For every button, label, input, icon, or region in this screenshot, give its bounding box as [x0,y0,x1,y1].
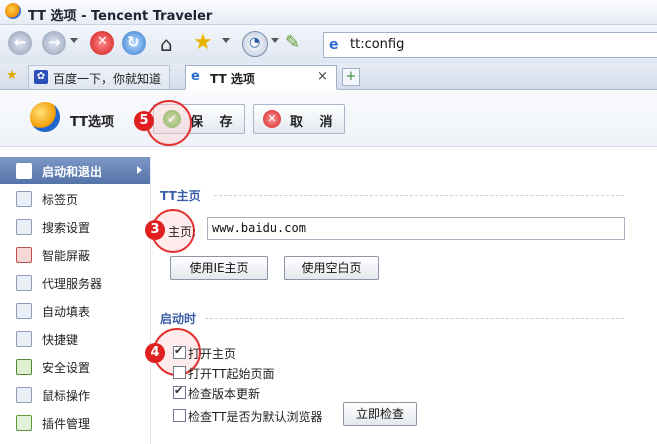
startup-section-title: 启动时 [160,312,197,326]
tt-logo-icon [30,102,60,132]
sidebar-item-label: 安全设置 [42,361,91,375]
sidebar-item-hotkey[interactable]: 快捷键 [0,325,150,352]
arrow-right-icon [137,166,142,174]
options-sidebar: 启动和退出 标签页 搜索设置 智能屏蔽 代理服务器 自动填表 快捷键 安全设置 … [0,156,151,444]
section-divider [205,318,624,319]
history-dropdown-icon[interactable] [271,38,279,43]
sidebar-item-autofill[interactable]: 自动填表 [0,297,150,324]
startup-icon [16,163,32,179]
plugin-icon [16,415,32,431]
sidebar-item-label: 自动填表 [42,305,91,319]
address-url[interactable]: tt:config [350,37,404,52]
check-now-button[interactable]: 立即检查 [343,402,417,426]
app-logo-icon [5,3,21,19]
back-icon[interactable]: ← [8,31,32,55]
sidebar-item-mouse[interactable]: 鼠标操作 [0,381,150,408]
save-label: 保 存 [190,115,239,130]
proxy-icon [16,275,32,291]
favorites-star-icon[interactable]: ★ [193,31,217,55]
tab-baidu[interactable]: ✿ 百度一下，你就知道 [28,65,170,89]
sidebar-item-label: 启动和退出 [42,165,103,179]
tab-bar: ★ ✿ 百度一下，你就知道 e TT 选项 × + [0,63,657,90]
forward-icon[interactable]: → [42,31,66,55]
tab-close-icon[interactable]: × [317,69,328,84]
sidebar-item-label: 标签页 [42,193,79,207]
sidebar-item-label: 快捷键 [42,333,79,347]
sidebar-item-label: 搜索设置 [42,221,91,235]
security-icon [16,359,32,375]
refresh-icon[interactable]: ↻ [122,31,146,55]
annotation-badge: 5 [134,111,154,131]
open-homepage-label: 打开主页 [188,347,237,361]
tab-tt-options[interactable]: e TT 选项 × [185,65,337,90]
check-updates-label: 检查版本更新 [188,387,261,401]
sidebar-item-label: 插件管理 [42,417,91,431]
cancel-label: 取 消 [290,115,339,130]
check-updates-checkbox[interactable] [173,384,186,399]
check-default-browser-checkbox[interactable] [173,409,186,422]
cancel-x-icon: ✕ [263,110,281,128]
sidebar-item-tabs[interactable]: 标签页 [0,185,150,212]
check-default-browser-label: 检查TT是否为默认浏览器 [188,410,323,424]
favorites-star-icon[interactable]: ★ [6,69,20,83]
forward-dropdown-icon[interactable] [70,38,78,43]
section-divider [214,195,624,196]
open-tt-startpage-checkbox[interactable] [173,366,186,379]
homepage-label: 主页: [168,225,197,239]
open-tt-startpage-label: 打开TT起始页面 [188,367,275,381]
autofill-icon [16,303,32,319]
baidu-paw-icon: ✿ [34,70,48,84]
open-homepage-checkbox[interactable] [173,344,186,359]
annotation-badge: 3 [145,220,165,240]
address-bar[interactable]: e tt:config [323,32,657,58]
new-tab-icon[interactable]: + [342,68,360,86]
stop-icon[interactable]: ✕ [90,31,114,55]
title-bar: TT 选项 - Tencent Traveler [0,0,657,25]
sidebar-item-label: 代理服务器 [42,277,103,291]
tab-label: TT 选项 [210,72,255,86]
sidebar-item-plugins[interactable]: 插件管理 [0,409,150,436]
clean-broom-icon[interactable]: ✎ [285,31,309,55]
homepage-input[interactable]: www.baidu.com [207,217,625,240]
homepage-input-value: www.baidu.com [212,221,306,235]
sidebar-item-security[interactable]: 安全设置 [0,353,150,380]
tabs-icon [16,191,32,207]
history-clock-icon[interactable]: ◔ [242,31,268,57]
ie-page-icon: e [191,69,200,84]
homepage-section-title: TT主页 [160,189,201,203]
options-title: TT选项 [70,115,115,130]
sidebar-item-startup[interactable]: 启动和退出 [0,157,150,184]
sidebar-item-label: 智能屏蔽 [42,249,91,263]
home-icon[interactable]: ⌂ [160,32,184,56]
window-title: TT 选项 - Tencent Traveler [28,9,213,24]
sidebar-item-label: 鼠标操作 [42,389,91,403]
cancel-button[interactable]: ✕ 取 消 [253,104,345,134]
tab-label: 百度一下，你就知道 [53,72,162,86]
use-blank-page-button[interactable]: 使用空白页 [284,256,379,280]
hotkey-icon [16,331,32,347]
annotation-badge: 4 [145,343,165,363]
sidebar-item-proxy[interactable]: 代理服务器 [0,269,150,296]
sidebar-item-block[interactable]: 智能屏蔽 [0,241,150,268]
options-header: TT选项 ✔ 保 存 ✕ 取 消 [0,90,657,147]
favorites-dropdown-icon[interactable] [222,38,230,43]
sidebar-item-search[interactable]: 搜索设置 [0,213,150,240]
browser-toolbar: ← → ✕ ↻ ⌂ ★ ◔ ✎ e tt:config [0,25,657,64]
search-icon [16,219,32,235]
use-ie-homepage-button[interactable]: 使用IE主页 [170,256,268,280]
mouse-icon [16,387,32,403]
block-icon [16,247,32,263]
ie-page-icon: e [329,37,339,53]
